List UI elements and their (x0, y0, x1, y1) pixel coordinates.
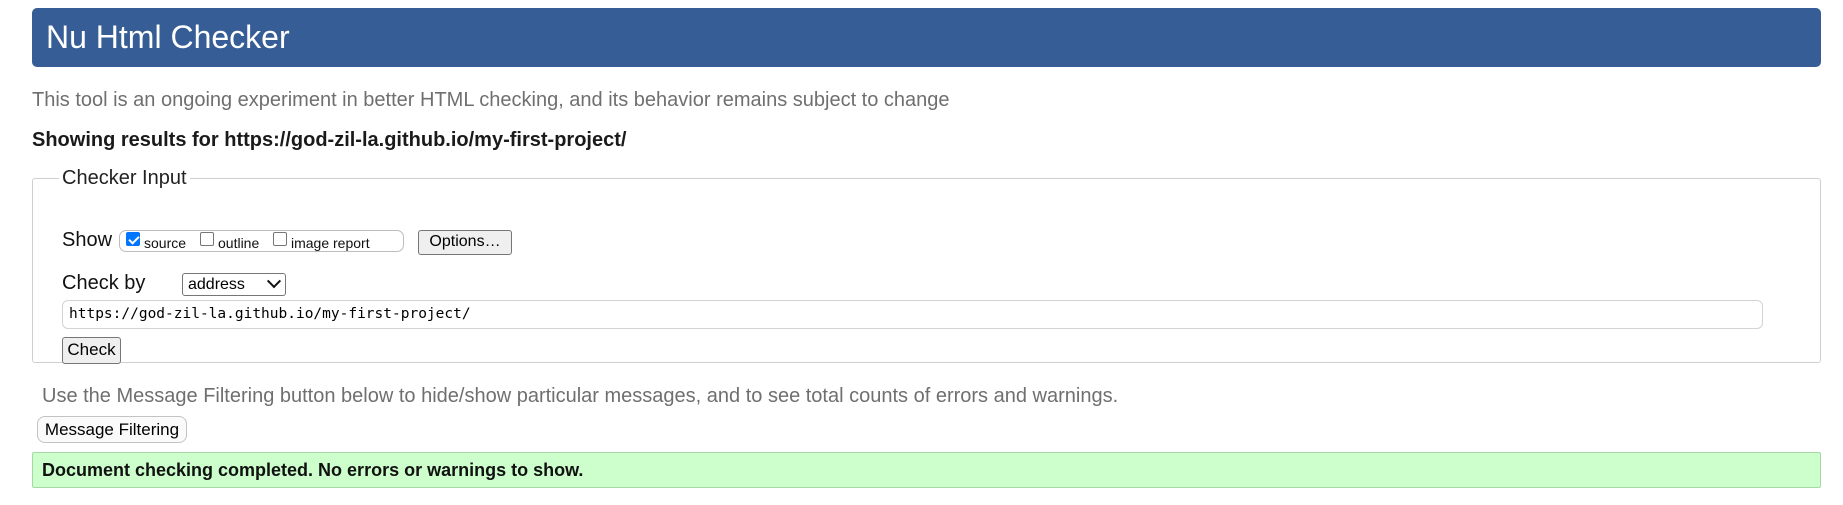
show-outline-option[interactable]: outline (200, 232, 260, 251)
outline-option-label: outline (218, 235, 260, 251)
checker-input-fieldset: Checker Input Show source outline image … (32, 167, 1821, 364)
message-filtering-button[interactable]: Message Filtering (37, 416, 187, 443)
header-banner: Nu Html Checker (32, 8, 1821, 67)
success-message: Document checking completed. No errors o… (32, 452, 1821, 488)
tagline: This tool is an ongoing experiment in be… (32, 89, 950, 111)
message-filtering-note: Use the Message Filtering button below t… (42, 385, 1119, 407)
options-button[interactable]: Options… (418, 230, 512, 255)
source-option-label: source (144, 235, 187, 251)
url-input[interactable]: https://god-zil-la.github.io/my-first-pr… (62, 300, 1763, 329)
page-title: Nu Html Checker (46, 19, 290, 55)
show-options-group: source outline image report (119, 230, 404, 252)
chevron-down-icon (266, 274, 282, 289)
results-for-heading: Showing results for https://god-zil-la.g… (32, 129, 627, 151)
image-report-checkbox[interactable] (273, 232, 287, 246)
check-by-select[interactable]: address (182, 273, 286, 296)
show-label: Show (62, 229, 113, 251)
checker-input-legend: Checker Input (62, 167, 187, 189)
image-report-option-label: image report (291, 235, 370, 251)
outline-checkbox[interactable] (200, 232, 214, 246)
check-by-label: Check by (62, 272, 146, 294)
source-checkbox[interactable] (126, 232, 140, 246)
show-source-option[interactable]: source (126, 232, 187, 251)
page: Nu Html Checker This tool is an ongoing … (0, 0, 1843, 505)
check-by-selected-value: address (188, 276, 245, 293)
check-button[interactable]: Check (62, 337, 121, 364)
show-image-report-option[interactable]: image report (273, 232, 370, 251)
